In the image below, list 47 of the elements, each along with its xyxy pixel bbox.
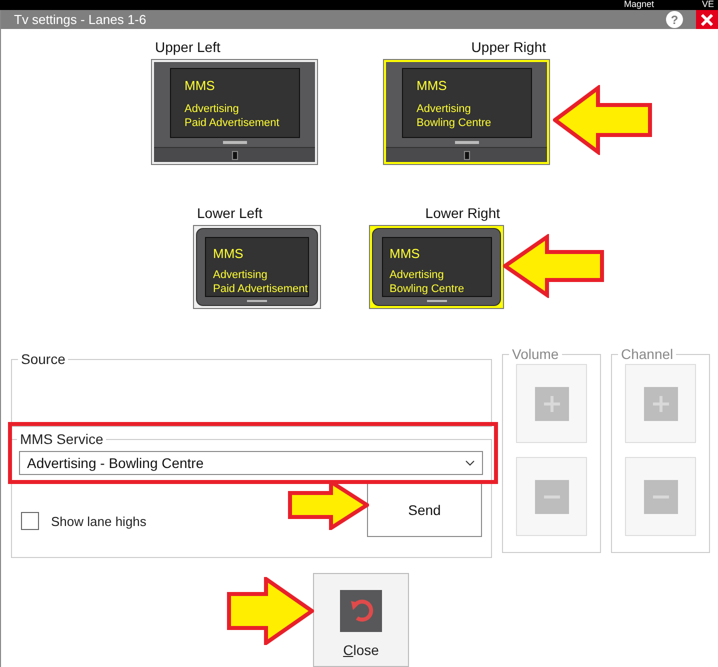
group-label: MMS Service xyxy=(19,431,104,447)
undo-icon xyxy=(340,590,382,632)
screen-label: Upper Left xyxy=(154,39,220,57)
screen-label: Lower Left xyxy=(196,205,262,223)
screen-text: Paid Advertisement xyxy=(184,116,280,130)
brand-mark xyxy=(426,300,446,302)
app-label: Magnet xyxy=(624,0,654,9)
stand-icon xyxy=(464,150,470,160)
tv-screen[interactable]: MMS Advertising Paid Advertisement xyxy=(151,59,318,165)
service-dropdown[interactable]: Advertising - Bowling Centre xyxy=(19,451,483,475)
screen-text: Bowling Centre xyxy=(390,282,464,296)
close-icon xyxy=(700,12,714,26)
screen-label: Upper Right xyxy=(471,39,547,57)
app-label: VE xyxy=(702,0,714,9)
brand-mark xyxy=(454,141,478,144)
tv-screen[interactable]: MMS Advertising Paid Advertisement xyxy=(193,225,321,309)
checkbox[interactable] xyxy=(21,512,39,530)
window-title: Tv settings - Lanes 1-6 xyxy=(13,12,148,27)
lane-highs-checkbox[interactable]: Show lane highs xyxy=(21,512,146,530)
screen-title: MMS xyxy=(390,246,420,261)
stand-icon xyxy=(232,150,238,160)
chevron-icon xyxy=(465,460,475,466)
send-button[interactable]: Send xyxy=(367,482,482,537)
screen-label: Lower Right xyxy=(425,205,501,223)
screen-title: MMS xyxy=(213,246,244,261)
screen-text: Paid Advertisement xyxy=(213,282,308,296)
help-button[interactable]: ? xyxy=(666,11,683,28)
tv-screen[interactable]: MMS Advertising Bowling Centre xyxy=(369,225,504,309)
brand-mark xyxy=(247,300,267,302)
screen-text: Advertising xyxy=(416,102,471,116)
screen-text: Advertising xyxy=(184,102,239,116)
plus-icon xyxy=(644,386,678,420)
group-label: Volume xyxy=(511,346,560,362)
screen-text: Advertising xyxy=(213,268,268,282)
plus-icon xyxy=(534,386,568,420)
group-label: Source xyxy=(20,351,66,367)
close-button[interactable]: Close xyxy=(313,573,409,667)
close-button[interactable] xyxy=(696,10,718,29)
tv-screen[interactable]: MMS Advertising Bowling Centre xyxy=(383,59,550,165)
minus-icon xyxy=(534,480,568,514)
screen-text: Bowling Centre xyxy=(416,116,492,130)
screen-title: MMS xyxy=(184,78,215,93)
group-label: Channel xyxy=(620,346,674,362)
screen-text: Advertising xyxy=(390,268,444,282)
brand-mark xyxy=(222,141,246,144)
screen-title: MMS xyxy=(416,78,447,93)
minus-icon xyxy=(644,480,678,514)
